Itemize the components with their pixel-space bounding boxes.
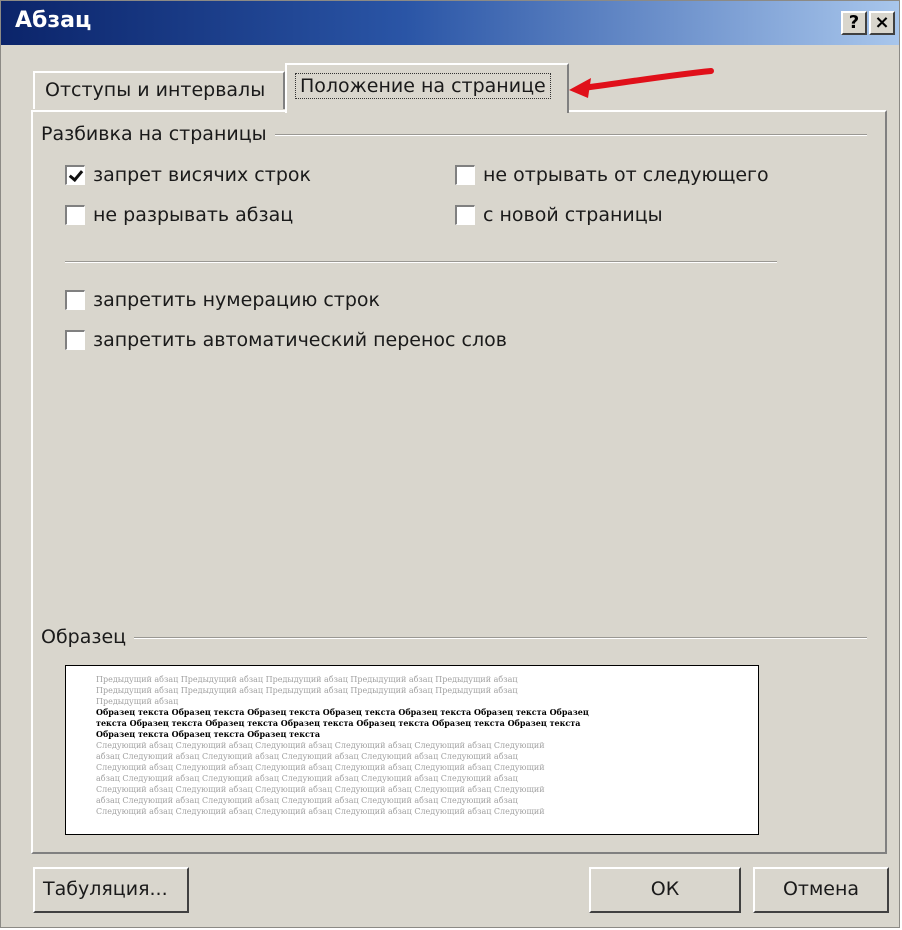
pagination-group-label: Разбивка на страницы bbox=[41, 123, 275, 145]
tab-label: Отступы и интервалы bbox=[45, 79, 266, 101]
checkbox-box[interactable] bbox=[455, 205, 475, 225]
checkbox-suppress-line-numbers[interactable]: запретить нумерацию строк bbox=[65, 286, 380, 314]
preview-prev-line: Предыдущий абзац bbox=[96, 697, 179, 706]
red-arrow-annotation bbox=[569, 68, 714, 98]
checkbox-box[interactable] bbox=[65, 290, 85, 310]
preview-sample-line: Образец текста Образец текста Образец те… bbox=[96, 729, 320, 739]
dialog-title: Абзац bbox=[15, 8, 92, 33]
checkbox-no-hyphenation[interactable]: запретить автоматический перенос слов bbox=[65, 326, 507, 354]
preview-box: Предыдущий абзац Предыдущий абзац Предыд… bbox=[65, 665, 759, 835]
preview-next-line: Следующий абзац Следующий абзац Следующи… bbox=[96, 763, 545, 772]
checkbox-label: не отрывать от следующего bbox=[483, 164, 769, 186]
preview-next-line: абзац Следующий абзац Следующий абзац Сл… bbox=[96, 774, 518, 783]
title-bar: Абзац ? × bbox=[1, 1, 899, 45]
checkbox-label: запрет висячих строк bbox=[93, 164, 311, 186]
separator bbox=[65, 261, 777, 263]
tab-label: Положение на странице bbox=[295, 73, 551, 99]
preview-group-line bbox=[61, 637, 867, 639]
checkbox-box[interactable] bbox=[65, 330, 85, 350]
close-button[interactable]: × bbox=[869, 11, 895, 35]
ok-button[interactable]: ОК bbox=[589, 867, 741, 913]
checkbox-page-break-before[interactable]: с новой страницы bbox=[455, 201, 663, 229]
checkbox-keep-with-next[interactable]: не отрывать от следующего bbox=[455, 161, 769, 189]
help-button[interactable]: ? bbox=[841, 11, 867, 35]
preview-next-line: абзац Следующий абзац Следующий абзац Сл… bbox=[96, 752, 518, 761]
preview-next-line: Следующий абзац Следующий абзац Следующи… bbox=[96, 741, 545, 750]
tabulation-button[interactable]: Табуляция... bbox=[33, 867, 189, 913]
tab-indents-spacing[interactable]: Отступы и интервалы bbox=[33, 71, 285, 109]
checkbox-keep-lines-together[interactable]: не разрывать абзац bbox=[65, 201, 293, 229]
checkbox-box[interactable] bbox=[65, 205, 85, 225]
preview-sample-line: Образец текста Образец текста Образец те… bbox=[96, 707, 589, 717]
preview-group-label: Образец bbox=[41, 626, 135, 648]
paragraph-dialog: Абзац ? × Отступы и интервалы Положение … bbox=[0, 0, 900, 928]
checkbox-label: с новой страницы bbox=[483, 204, 663, 226]
preview-next-line: Следующий абзац Следующий абзац Следующи… bbox=[96, 785, 545, 794]
checkbox-box[interactable] bbox=[65, 165, 85, 185]
preview-prev-line: Предыдущий абзац Предыдущий абзац Предыд… bbox=[96, 675, 518, 684]
preview-sample-line: текста Образец текста Образец текста Обр… bbox=[96, 718, 581, 728]
checkbox-box[interactable] bbox=[455, 165, 475, 185]
tab-line-page-breaks[interactable]: Положение на странице bbox=[285, 63, 569, 113]
cancel-button[interactable]: Отмена bbox=[753, 867, 889, 913]
preview-next-line: абзац Следующий абзац Следующий абзац Сл… bbox=[96, 796, 518, 805]
checkbox-label: запретить нумерацию строк bbox=[93, 289, 381, 311]
checkbox-label: запретить автоматический перенос слов bbox=[93, 329, 507, 351]
preview-next-line: Следующий абзац Следующий абзац Следующи… bbox=[96, 807, 545, 816]
checkbox-widow-control[interactable]: запрет висячих строк bbox=[65, 161, 311, 189]
preview-prev-line: Предыдущий абзац Предыдущий абзац Предыд… bbox=[96, 686, 518, 695]
checkbox-label: не разрывать абзац bbox=[93, 204, 294, 226]
